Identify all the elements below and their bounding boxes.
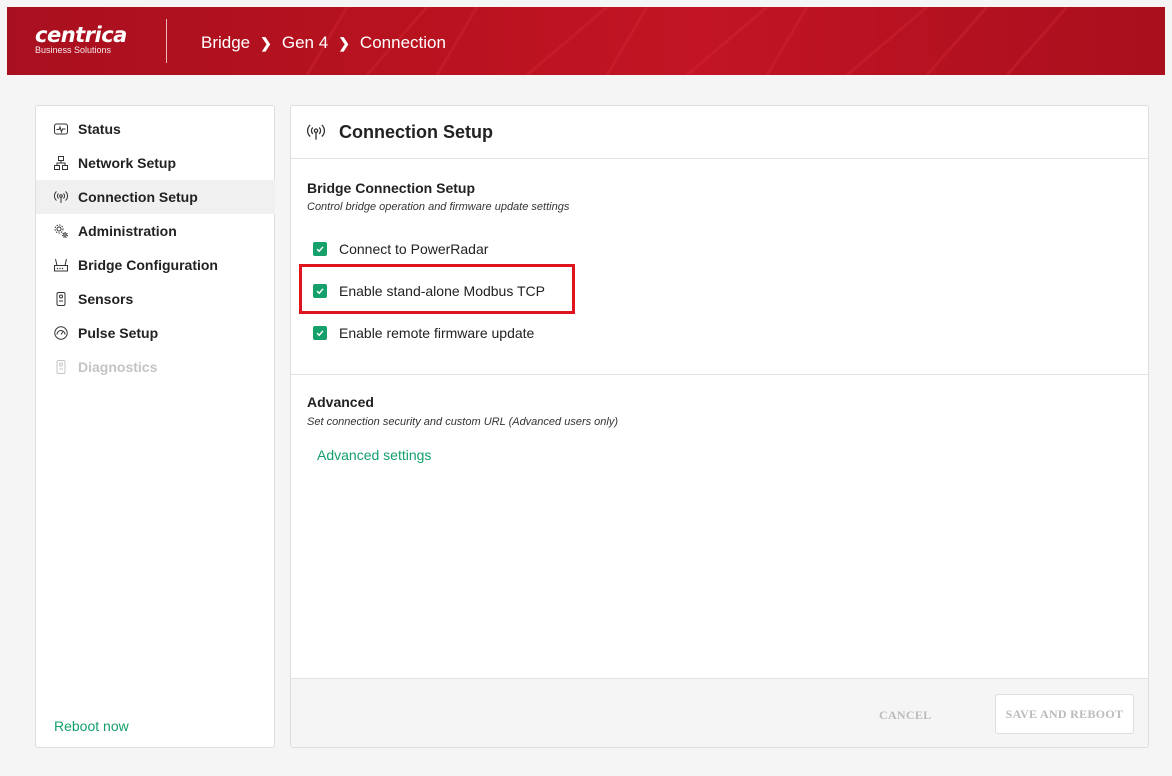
panel-header: Connection Setup: [291, 106, 1148, 159]
sidebar-item-label: Diagnostics: [78, 359, 158, 375]
network-icon: [54, 156, 68, 170]
sidebar-item-label: Administration: [78, 223, 177, 239]
logo-wordmark: centrica: [35, 23, 127, 47]
breadcrumb-item-connection: Connection: [359, 33, 446, 52]
option-label: Connect to PowerRadar: [339, 241, 489, 257]
connect-powerradar-option[interactable]: Connect to PowerRadar: [313, 241, 488, 257]
pulse-icon: [54, 122, 68, 136]
sidebar-item-label: Status: [78, 121, 121, 137]
sensor-icon: [54, 292, 68, 306]
option-label: Enable stand-alone Modbus TCP: [339, 283, 545, 299]
chevron-right-icon: ❯: [260, 34, 272, 51]
sidebar-item-status[interactable]: Status: [36, 112, 275, 146]
breadcrumb: Bridge ❯ Gen 4 ❯ Connection: [201, 33, 446, 53]
header-decoration: [305, 7, 1069, 75]
page-title: Connection Setup: [339, 121, 493, 142]
sidebar-item-label: Sensors: [78, 291, 134, 307]
section-divider: [291, 374, 1148, 375]
save-and-reboot-button[interactable]: SAVE AND REBOOT: [995, 694, 1134, 734]
option-label: Enable remote firmware update: [339, 325, 535, 341]
checkmark-icon: [316, 246, 324, 253]
sidebar-item-administration[interactable]: Administration: [36, 214, 275, 248]
modbus-tcp-checkbox[interactable]: [313, 284, 327, 298]
sidebar-item-sensors[interactable]: Sensors: [36, 282, 275, 316]
modbus-tcp-option[interactable]: Enable stand-alone Modbus TCP: [313, 283, 545, 299]
gauge-icon: [54, 326, 68, 340]
sidebar-item-pulse-setup[interactable]: Pulse Setup: [36, 316, 275, 350]
header-divider: [166, 19, 167, 63]
connect-powerradar-checkbox[interactable]: [313, 242, 327, 256]
panel-footer: CANCEL SAVE AND REBOOT: [291, 678, 1148, 747]
checkmark-icon: [316, 288, 324, 295]
sidebar-item-connection-setup[interactable]: Connection Setup: [36, 180, 275, 214]
antenna-icon: [307, 123, 325, 141]
sidebar-item-label: Network Setup: [78, 155, 177, 171]
logo-subtitle: Business Solutions: [35, 45, 112, 55]
sidebar-item-label: Connection Setup: [78, 189, 198, 205]
sidebar-item-label: Bridge Configuration: [78, 257, 218, 273]
chevron-right-icon: ❯: [338, 34, 350, 51]
connection-setup-panel: Connection Setup Bridge Connection Setup…: [290, 105, 1149, 748]
remote-firmware-checkbox[interactable]: [313, 326, 327, 340]
reboot-now-link[interactable]: Reboot now: [54, 718, 129, 734]
sensor-icon: [54, 360, 68, 374]
sidebar-item-label: Pulse Setup: [78, 325, 159, 341]
app-header: centrica Business Solutions Bridge ❯ Gen…: [7, 7, 1165, 75]
bridge-section-subtitle: Control bridge operation and firmware up…: [307, 201, 570, 213]
router-icon: [54, 258, 68, 272]
gears-icon: [54, 224, 68, 238]
advanced-settings-link[interactable]: Advanced settings: [317, 447, 431, 463]
advanced-section-subtitle: Set connection security and custom URL (…: [307, 416, 619, 428]
remote-firmware-option[interactable]: Enable remote firmware update: [313, 325, 534, 341]
advanced-section-title: Advanced: [307, 394, 374, 410]
checkmark-icon: [316, 330, 324, 337]
antenna-icon: [54, 190, 68, 204]
centrica-logo[interactable]: centrica Business Solutions: [35, 25, 127, 56]
bridge-section-title: Bridge Connection Setup: [307, 180, 475, 196]
sidebar-item-diagnostics: Diagnostics: [36, 350, 275, 384]
breadcrumb-item-bridge[interactable]: Bridge: [201, 33, 250, 53]
sidebar-item-network-setup[interactable]: Network Setup: [36, 146, 275, 180]
breadcrumb-item-gen4[interactable]: Gen 4: [282, 33, 328, 53]
cancel-button[interactable]: CANCEL: [879, 708, 931, 723]
sidebar: Status Network Setup Connection Setup Ad…: [35, 105, 275, 748]
sidebar-item-bridge-configuration[interactable]: Bridge Configuration: [36, 248, 275, 282]
